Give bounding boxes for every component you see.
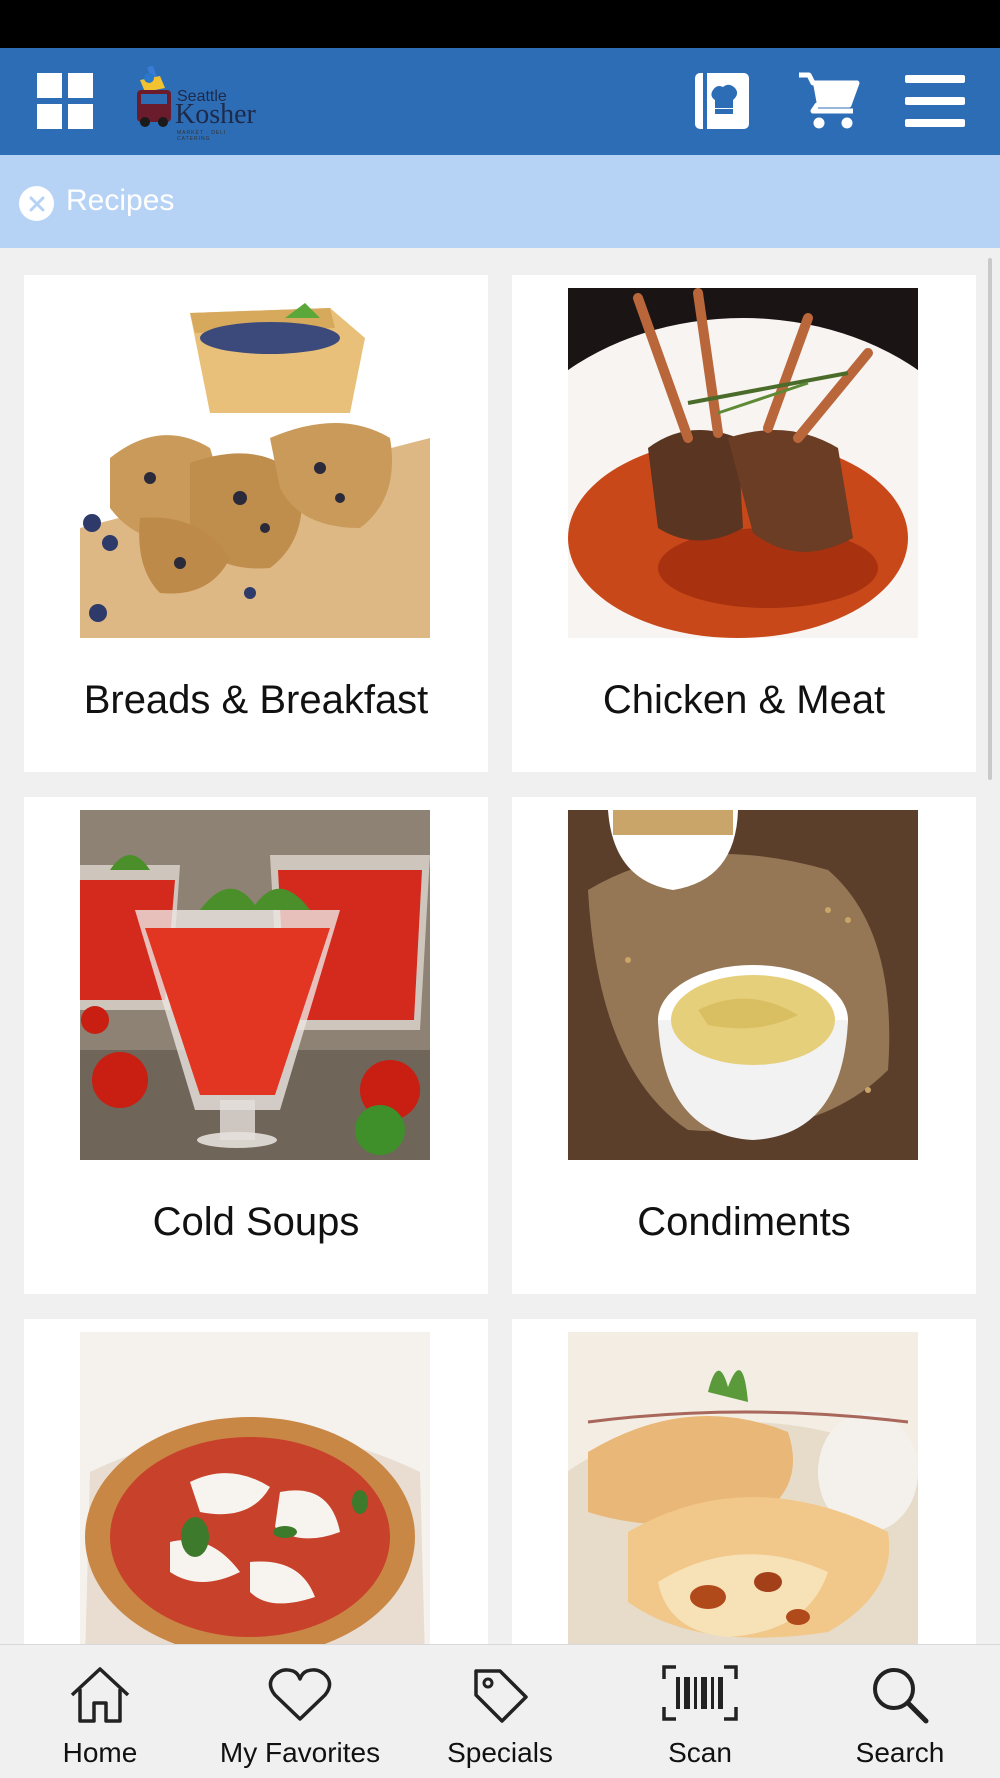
grid-icon: [37, 73, 93, 129]
category-photo-gazpacho: [80, 810, 430, 1160]
category-card-chicken-meat[interactable]: Chicken & Meat: [512, 275, 976, 772]
cart-icon: [799, 72, 860, 129]
cart-button[interactable]: [794, 66, 864, 136]
category-photo-strudel: [568, 1332, 918, 1644]
status-bar: [0, 0, 1000, 48]
category-card-condiments[interactable]: Condiments: [512, 797, 976, 1294]
category-photo-scones: [80, 288, 430, 638]
recipe-category-grid: Breads & Breakfast Chicken & Meat Cold S…: [0, 248, 1000, 1644]
tab-label: Specials: [447, 1737, 553, 1768]
breadcrumb: Recipes: [0, 155, 1000, 248]
app-header: Seattle Kosher MARKET · DELI · CATERING: [0, 48, 1000, 155]
hamburger-menu-button[interactable]: [900, 66, 970, 136]
close-icon: [29, 196, 44, 211]
tab-label: Search: [855, 1737, 945, 1768]
tab-scan[interactable]: Scan: [600, 1645, 800, 1778]
hamburger-menu-icon: [905, 75, 965, 127]
barcode-icon: [662, 1665, 738, 1721]
search-icon: [873, 1668, 929, 1724]
recipe-book-icon: [695, 73, 749, 129]
scrollbar-thumb[interactable]: [988, 258, 992, 780]
tab-search[interactable]: Search: [800, 1645, 1000, 1778]
category-card-strudel[interactable]: [512, 1319, 976, 1644]
bottom-tab-bar: Home My Favorites Specials Scan Search: [0, 1644, 1000, 1778]
category-photo-lamb: [568, 288, 918, 638]
breadcrumb-label: Recipes: [66, 184, 175, 217]
store-logo[interactable]: Seattle Kosher MARKET · DELI · CATERING: [135, 66, 265, 142]
tab-label: Home: [62, 1737, 138, 1768]
tag-icon: [474, 1669, 528, 1723]
heart-icon: [268, 1668, 332, 1721]
tab-label: Scan: [668, 1737, 732, 1768]
category-label: Chicken & Meat: [602, 678, 886, 722]
tab-specials[interactable]: Specials: [400, 1645, 600, 1778]
home-icon: [70, 1667, 130, 1723]
logo-line2: Kosher: [175, 99, 256, 130]
category-label: Condiments: [637, 1200, 851, 1244]
tab-my-favorites[interactable]: My Favorites: [200, 1645, 400, 1778]
breadcrumb-close-button[interactable]: [19, 186, 54, 221]
category-label: Breads & Breakfast: [83, 678, 429, 722]
grid-menu-button[interactable]: [30, 66, 100, 136]
logo-truck-icon: [137, 66, 171, 127]
category-label: Cold Soups: [152, 1200, 360, 1244]
category-card-cold-soups[interactable]: Cold Soups: [24, 797, 488, 1294]
logo-tagline: MARKET · DELI · CATERING: [177, 130, 232, 142]
category-photo-pizza: [80, 1332, 430, 1644]
recipe-box-button[interactable]: [687, 66, 757, 136]
category-card-pizza[interactable]: [24, 1319, 488, 1644]
category-photo-mustard: [568, 810, 918, 1160]
tab-label: My Favorites: [219, 1737, 381, 1768]
tab-home[interactable]: Home: [0, 1645, 200, 1778]
category-card-breads-breakfast[interactable]: Breads & Breakfast: [24, 275, 488, 772]
